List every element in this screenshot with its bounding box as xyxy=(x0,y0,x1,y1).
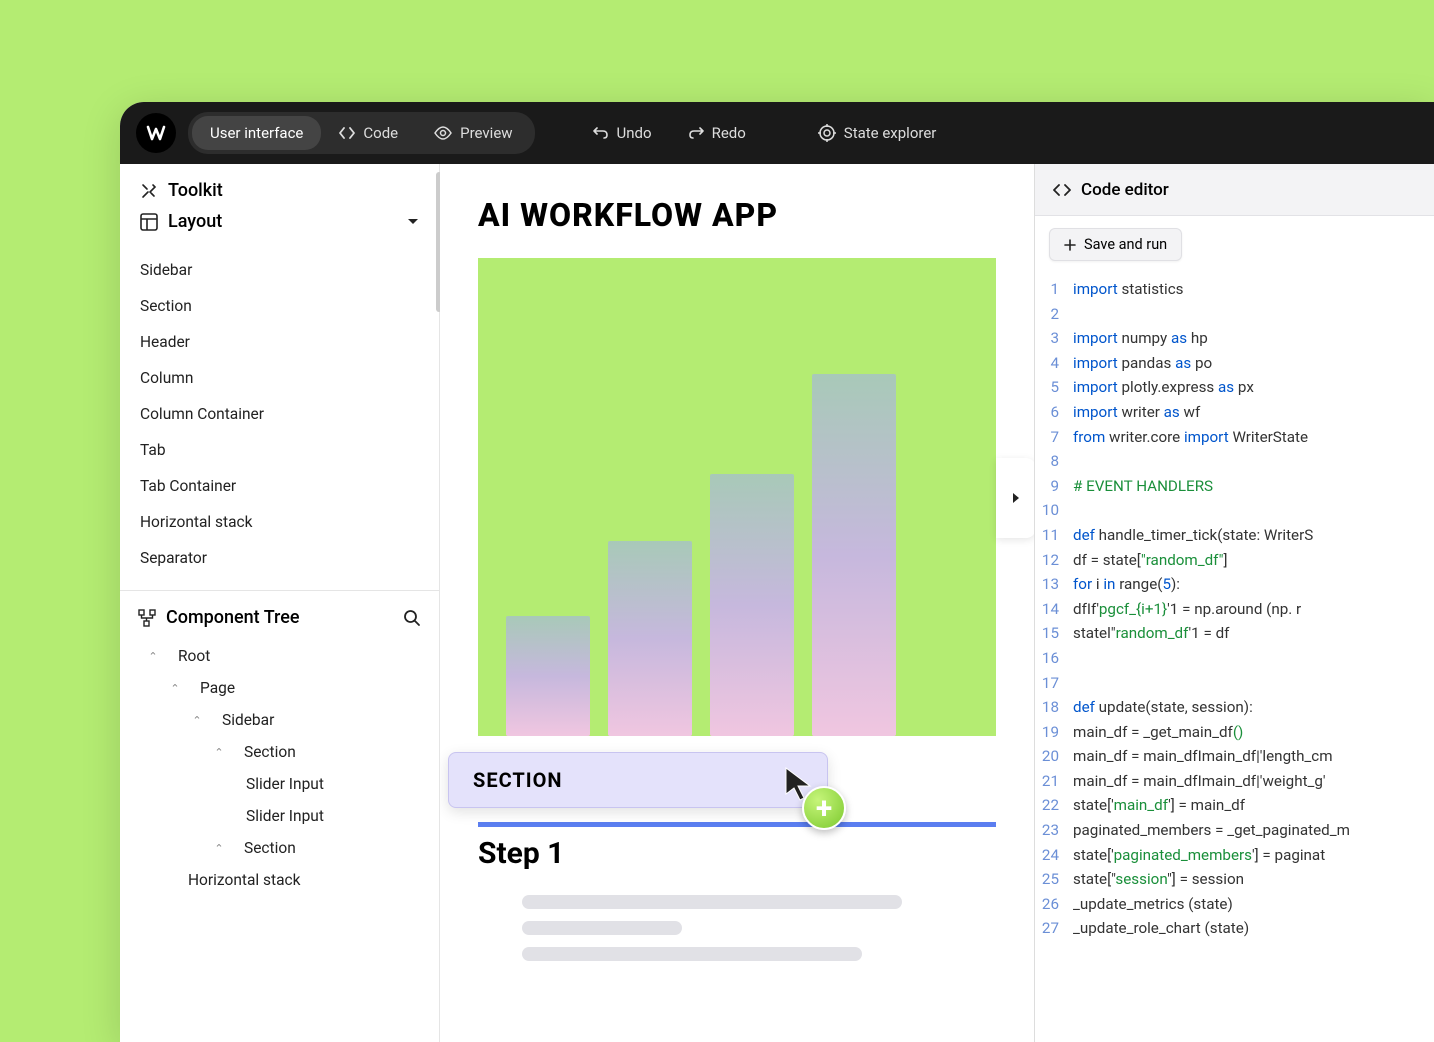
mode-user-interface[interactable]: User interface xyxy=(192,116,321,150)
chart-bar xyxy=(506,616,590,736)
left-sidebar: Toolkit Layout Sidebar Section Header Co… xyxy=(120,164,440,1042)
layout-item-tab-container[interactable]: Tab Container xyxy=(140,468,439,504)
code-toolbar: Save and run xyxy=(1035,216,1434,271)
layout-item-separator[interactable]: Separator xyxy=(140,540,439,576)
tree-icon xyxy=(138,609,156,627)
layout-item-sidebar[interactable]: Sidebar xyxy=(140,252,439,288)
undo-button[interactable]: Undo xyxy=(579,116,666,150)
eye-icon xyxy=(434,126,452,140)
layout-item-tab[interactable]: Tab xyxy=(140,432,439,468)
dragging-component-badge[interactable]: SECTION xyxy=(448,752,828,808)
tools-icon xyxy=(140,182,158,200)
cursor-overlay: + xyxy=(784,766,814,802)
drop-indicator-line xyxy=(478,822,996,827)
toolkit-header: Toolkit xyxy=(140,180,419,201)
bar-chart xyxy=(506,374,996,736)
layout-item-header[interactable]: Header xyxy=(140,324,439,360)
mode-switcher: User interface Code Preview xyxy=(188,112,535,154)
chevron-down-icon xyxy=(407,218,419,226)
app-window: User interface Code Preview Undo Redo St… xyxy=(120,102,1434,1042)
tree-node-section-1[interactable]: ⌃Section xyxy=(138,736,421,768)
layout-item-list: Sidebar Section Header Column Column Con… xyxy=(120,252,439,590)
tree-node-slider-2[interactable]: Slider Input xyxy=(138,800,421,832)
layout-item-section[interactable]: Section xyxy=(140,288,439,324)
chart-bar xyxy=(812,374,896,736)
code-editor-header: Code editor xyxy=(1035,164,1434,216)
chevron-up-icon: ⌃ xyxy=(166,682,184,695)
tree-node-sidebar[interactable]: ⌃Sidebar xyxy=(138,704,421,736)
canvas-area: AI WORKFLOW APP SECTION + xyxy=(440,164,1034,1042)
layout-item-column-container[interactable]: Column Container xyxy=(140,396,439,432)
code-icon xyxy=(339,125,355,141)
redo-button[interactable]: Redo xyxy=(674,116,760,150)
app-logo xyxy=(136,113,176,153)
layout-icon xyxy=(140,213,158,231)
search-icon[interactable] xyxy=(403,609,421,627)
step-title: Step 1 xyxy=(478,836,996,871)
code-editor-body[interactable]: 1import statistics23import numpy as hp4i… xyxy=(1035,271,1434,1042)
tree-node-page[interactable]: ⌃Page xyxy=(138,672,421,704)
chevron-up-icon: ⌃ xyxy=(210,746,228,759)
tree-node-section-2[interactable]: ⌃Section xyxy=(138,832,421,864)
layout-item-horizontal-stack[interactable]: Horizontal stack xyxy=(140,504,439,540)
target-icon xyxy=(818,124,836,142)
code-editor-panel: Code editor Save and run 1import statist… xyxy=(1034,164,1434,1042)
skeleton-placeholder xyxy=(478,895,996,961)
mode-code[interactable]: Code xyxy=(321,116,416,150)
skeleton-line xyxy=(522,921,682,935)
chart-section: SECTION + xyxy=(478,258,996,736)
component-tree: ⌃Root ⌃Page ⌃Sidebar ⌃Section Slider Inp… xyxy=(138,640,421,896)
chevron-up-icon: ⌃ xyxy=(188,714,206,727)
state-explorer-button[interactable]: State explorer xyxy=(804,116,951,150)
code-icon xyxy=(1053,183,1071,197)
layout-header[interactable]: Layout xyxy=(140,211,419,232)
component-tree-title: Component Tree xyxy=(138,607,300,628)
chevron-up-icon: ⌃ xyxy=(210,842,228,855)
chevron-right-icon xyxy=(1011,491,1021,505)
tree-node-root[interactable]: ⌃Root xyxy=(138,640,421,672)
expand-panel-button[interactable] xyxy=(996,458,1034,538)
chart-bar xyxy=(608,541,692,736)
layout-item-column[interactable]: Column xyxy=(140,360,439,396)
topbar: User interface Code Preview Undo Redo St… xyxy=(120,102,1434,164)
skeleton-line xyxy=(522,947,862,961)
mode-preview[interactable]: Preview xyxy=(416,116,530,150)
undo-icon xyxy=(593,125,609,141)
tree-node-hstack[interactable]: Horizontal stack xyxy=(138,864,421,896)
chevron-up-icon: ⌃ xyxy=(144,650,162,663)
chart-bar xyxy=(710,474,794,736)
plus-icon: + xyxy=(802,786,846,830)
component-tree-panel: Component Tree ⌃Root ⌃Page ⌃Sidebar ⌃Sec… xyxy=(120,590,439,1042)
plus-icon xyxy=(1064,239,1076,251)
redo-icon xyxy=(688,125,704,141)
save-and-run-button[interactable]: Save and run xyxy=(1049,228,1182,261)
app-title: AI WORKFLOW APP xyxy=(478,196,996,234)
tree-node-slider-1[interactable]: Slider Input xyxy=(138,768,421,800)
skeleton-line xyxy=(522,895,902,909)
